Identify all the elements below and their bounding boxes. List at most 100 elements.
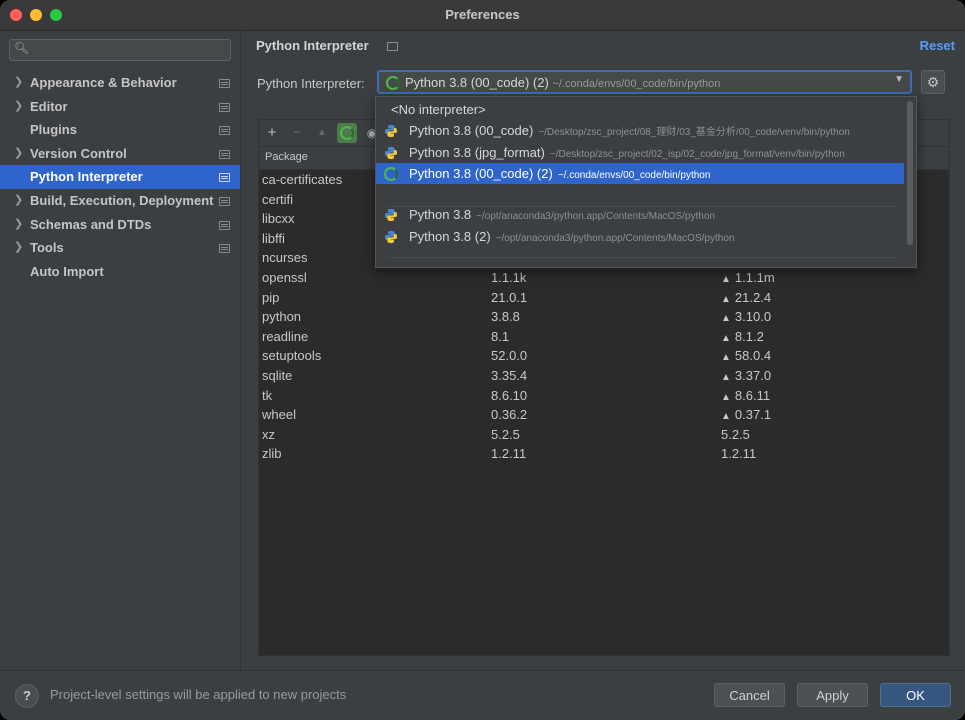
chevron-right-icon[interactable]: ❯	[14, 71, 23, 95]
sidebar-item-label: Tools	[30, 240, 64, 256]
table-row[interactable]: pip 21.0.1 ▲ 21.2.4	[259, 288, 949, 308]
package-latest-version: ▲ 8.1.2	[721, 327, 764, 349]
chevron-right-icon[interactable]: ❯	[14, 142, 23, 166]
package-latest-version: ▲ 1.1.1m	[721, 268, 775, 290]
table-row[interactable]: sqlite 3.35.4 ▲ 3.37.0	[259, 366, 949, 386]
reset-link[interactable]: Reset	[920, 38, 955, 53]
chevron-down-icon[interactable]: ▼	[894, 74, 904, 85]
interpreter-select-value: Python 3.8 (00_code) (2) ~/.conda/envs/0…	[405, 75, 720, 90]
chevron-right-icon[interactable]: ❯	[14, 236, 23, 260]
package-name: ca-certificates	[262, 172, 343, 187]
option-path: ~/opt/anaconda3/python.app/Contents/MacO…	[495, 233, 735, 244]
interpreter-label: Python Interpreter:	[257, 76, 365, 91]
minus-icon: −	[292, 124, 302, 141]
package-name: pip	[262, 289, 280, 305]
package-version: 1.1.1k	[491, 269, 527, 285]
upgrade-available-icon: ▲	[721, 313, 731, 325]
table-row[interactable]: openssl 1.1.1k ▲ 1.1.1m	[259, 268, 949, 288]
dropdown-scrollbar[interactable]	[907, 101, 913, 245]
option-path: ~/.conda/envs/00_code/bin/python	[557, 170, 711, 181]
sidebar-item-label: Schemas and DTDs	[30, 216, 152, 232]
package-latest-version: 1.2.11	[721, 444, 756, 464]
project-settings-icon	[219, 173, 230, 183]
latest-version-text: 3.10.0	[734, 309, 772, 325]
dropdown-option-interpreter[interactable]: Python 3.8 ~/opt/anaconda3/python.app/Con…	[376, 204, 904, 225]
page-title: Python Interpreter	[256, 38, 369, 53]
interpreter-settings-button[interactable]: ⚙	[921, 70, 945, 94]
latest-version-text: 21.2.4	[734, 289, 772, 305]
apply-button[interactable]: Apply	[797, 683, 868, 707]
option-label: Python 3.8 ~/opt/anaconda3/python.app/Con…	[409, 204, 715, 225]
option-label: Python 3.8 (00_code) (2) ~/.conda/envs/00…	[409, 163, 710, 184]
latest-version-text: 8.6.11	[734, 387, 771, 403]
upgrade-available-icon: ▲	[721, 411, 731, 423]
remove-package-button[interactable]: −	[287, 123, 307, 143]
option-label: Python 3.8 (2) ~/opt/anaconda3/python.app…	[409, 226, 734, 247]
project-settings-icon	[219, 149, 230, 159]
table-row[interactable]: wheel 0.36.2 ▲ 0.37.1	[259, 405, 949, 425]
sidebar-item-build-execution-deployment[interactable]: ❯ Build, Execution, Deployment	[0, 189, 240, 213]
option-path: ~/Desktop/zsc_project/08_理财/03_基金分析/00_c…	[538, 127, 850, 138]
dialog-footer: ? Project-level settings will be applied…	[0, 670, 965, 720]
package-name: tk	[262, 387, 273, 403]
sidebar-item-version-control[interactable]: ❯ Version Control	[0, 142, 240, 166]
settings-sidebar: 🔍︎ ❯ Appearance & Behavior ❯ Editor Plug…	[0, 31, 241, 670]
interpreter-select[interactable]: Python 3.8 (00_code) (2) ~/.conda/envs/0…	[377, 70, 912, 94]
table-row[interactable]: tk 8.6.10 ▲ 8.6.11	[259, 386, 949, 406]
package-name: wheel	[262, 407, 296, 423]
chevron-right-icon[interactable]: ❯	[14, 95, 23, 119]
settings-nav: ❯ Appearance & Behavior ❯ Editor Plugins…	[0, 71, 240, 283]
option-name: Python 3.8 (00_code) (2)	[409, 166, 553, 181]
upgrade-available-icon: ▲	[721, 293, 731, 305]
package-version: 8.6.10	[491, 387, 528, 403]
sidebar-item-editor[interactable]: ❯ Editor	[0, 95, 240, 119]
project-settings-icon	[219, 244, 230, 254]
package-name: zlib	[262, 446, 282, 462]
dropdown-option-interpreter[interactable]: Python 3.8 (2) ~/opt/anaconda3/python.app…	[376, 226, 904, 247]
upgrade-package-button[interactable]: ▲	[312, 123, 332, 143]
table-row[interactable]: xz 5.2.5 5.2.5	[259, 425, 949, 445]
project-settings-icon	[219, 79, 230, 88]
sidebar-item-tools[interactable]: ❯ Tools	[0, 236, 240, 260]
dropdown-option-no-interpreter[interactable]: <No interpreter>	[376, 99, 904, 120]
chevron-right-icon[interactable]: ❯	[14, 213, 23, 237]
ok-button[interactable]: OK	[880, 683, 951, 707]
dropdown-option-interpreter[interactable]: Python 3.8 (00_code) ~/Desktop/zsc_projec…	[376, 120, 904, 141]
table-row[interactable]: python 3.8.8 ▲ 3.10.0	[259, 307, 949, 327]
package-latest-version: ▲ 3.37.0	[721, 366, 771, 388]
latest-version-text: 58.0.4	[734, 348, 772, 364]
table-row[interactable]: zlib 1.2.11 1.2.11	[259, 444, 949, 464]
package-version: 3.8.8	[491, 309, 520, 325]
sidebar-item-appearance-behavior[interactable]: ❯ Appearance & Behavior	[0, 71, 240, 95]
latest-version-text: 3.37.0	[734, 367, 772, 383]
dropdown-option-interpreter[interactable]: Python 3.8 (jpg_format) ~/Desktop/zsc_pro…	[376, 142, 904, 163]
sidebar-item-schemas-dtds[interactable]: ❯ Schemas and DTDs	[0, 213, 240, 237]
package-name: readline	[262, 328, 309, 344]
sidebar-item-python-interpreter[interactable]: Python Interpreter	[0, 165, 240, 189]
table-row[interactable]: setuptools 52.0.0 ▲ 58.0.4	[259, 346, 949, 366]
python-icon	[385, 147, 397, 159]
sidebar-item-label: Appearance & Behavior	[30, 75, 177, 90]
add-package-button[interactable]: +	[262, 123, 282, 143]
latest-version-text: 8.1.2	[734, 328, 764, 344]
settings-search-input[interactable]: 🔍︎	[9, 39, 231, 61]
sidebar-item-plugins[interactable]: Plugins	[0, 118, 240, 142]
plus-icon: +	[267, 124, 277, 141]
package-name: xz	[262, 426, 275, 442]
python-icon	[385, 209, 397, 221]
option-path: ~/Desktop/zsc_project/02_isp/02_code/jpg…	[549, 149, 845, 160]
package-latest-version: ▲ 0.37.1	[721, 405, 771, 427]
package-latest-version: ▲ 3.10.0	[721, 307, 771, 329]
package-latest-version: ▲ 8.6.11	[721, 386, 770, 408]
project-settings-icon	[219, 126, 230, 136]
dropdown-option-interpreter[interactable]: Python 3.8 (00_code) (2) ~/.conda/envs/00…	[376, 163, 904, 184]
sidebar-item-auto-import[interactable]: Auto Import	[0, 260, 240, 284]
cancel-button[interactable]: Cancel	[714, 683, 785, 707]
python-icon	[385, 125, 397, 137]
option-label: Python 3.8 (00_code) ~/Desktop/zsc_projec…	[409, 120, 850, 141]
table-row[interactable]: readline 8.1 ▲ 8.1.2	[259, 327, 949, 347]
help-button[interactable]: ?	[15, 684, 39, 708]
chevron-right-icon[interactable]: ❯	[14, 189, 23, 213]
use-conda-toggle[interactable]	[337, 123, 357, 143]
latest-version-text: 1.1.1m	[734, 269, 775, 285]
